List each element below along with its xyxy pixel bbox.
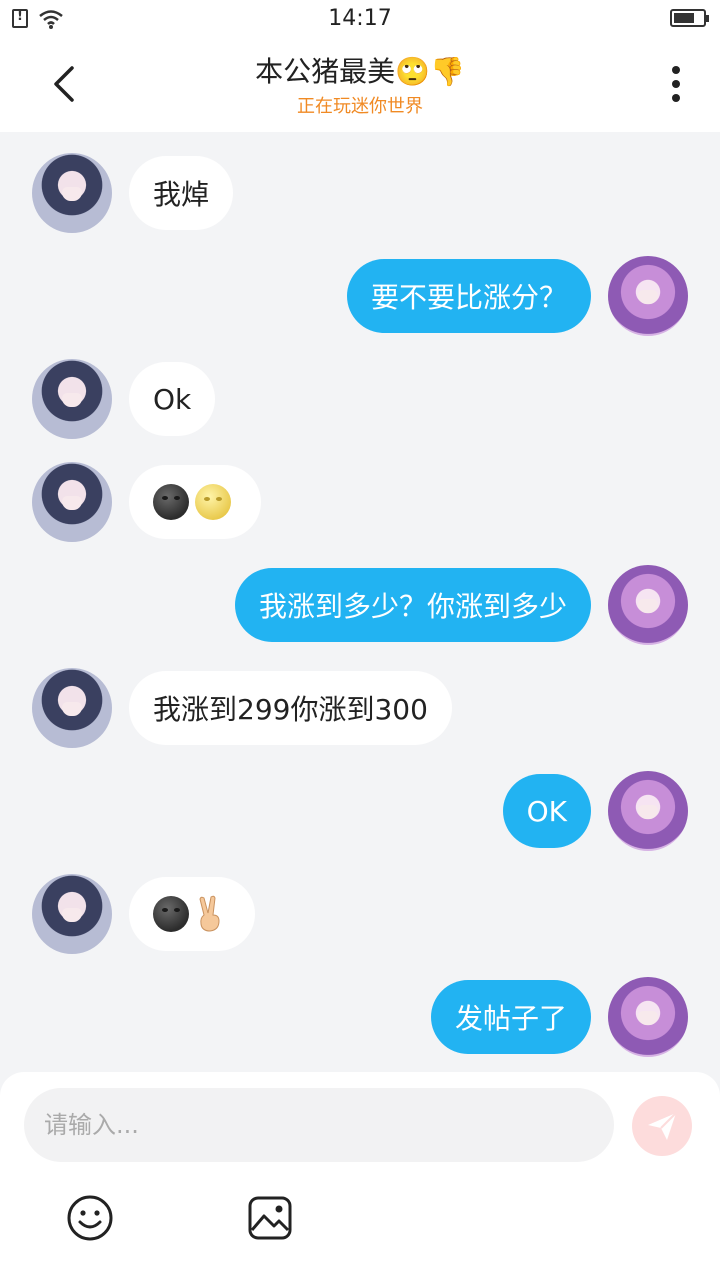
message-bubble: 我涨到多少？你涨到多少 xyxy=(234,568,591,642)
contact-avatar[interactable] xyxy=(32,153,112,233)
emoji-picker-icon[interactable] xyxy=(66,1194,114,1242)
my-avatar[interactable] xyxy=(608,977,688,1057)
message-row: Ok xyxy=(0,359,720,439)
chat-title: 本公猪最美🙄👎 xyxy=(255,55,465,88)
message-bubble: 我涨到299你涨到300 xyxy=(129,671,452,745)
victory-hand-icon xyxy=(199,895,220,932)
chat-subtitle: 正在玩迷你世界 xyxy=(297,96,423,117)
message-bubble xyxy=(129,465,261,539)
message-input[interactable] xyxy=(24,1088,614,1162)
send-paper-plane-icon xyxy=(648,1112,677,1140)
message-row xyxy=(0,874,720,954)
new-moon-face-icon xyxy=(153,484,189,520)
new-moon-face-icon xyxy=(153,896,189,932)
message-row: 我焯 xyxy=(0,153,720,233)
message-list: 我焯 要不要比涨分？ Ok 我涨到多少？你涨到多少 我涨到299你涨到300 O… xyxy=(0,132,720,1072)
message-bubble: 发帖子了 xyxy=(430,980,591,1054)
message-row: 要不要比涨分？ xyxy=(0,256,720,336)
message-bubble xyxy=(129,877,255,951)
composer-panel xyxy=(0,1072,720,1280)
message-bubble: 我焯 xyxy=(129,156,234,230)
message-row: 我涨到299你涨到300 xyxy=(0,668,720,748)
message-bubble: OK xyxy=(502,774,591,848)
my-avatar[interactable] xyxy=(608,771,688,851)
message-row: OK xyxy=(0,771,720,851)
message-bubble: Ok xyxy=(129,362,216,436)
contact-avatar[interactable] xyxy=(32,462,112,542)
contact-avatar[interactable] xyxy=(32,874,112,954)
my-avatar[interactable] xyxy=(608,256,688,336)
contact-avatar[interactable] xyxy=(32,359,112,439)
message-row xyxy=(0,462,720,542)
my-avatar[interactable] xyxy=(608,565,688,645)
image-picker-icon[interactable] xyxy=(246,1194,294,1242)
chat-header: 本公猪最美🙄👎 正在玩迷你世界 xyxy=(0,36,720,132)
more-options-icon[interactable] xyxy=(664,66,688,106)
status-bar: 14:17 xyxy=(0,0,720,36)
send-button[interactable] xyxy=(632,1096,692,1156)
full-moon-face-icon xyxy=(195,484,231,520)
message-row: 发帖子了 xyxy=(0,977,720,1057)
contact-avatar[interactable] xyxy=(32,668,112,748)
battery-icon xyxy=(670,9,709,27)
message-row: 我涨到多少？你涨到多少 xyxy=(0,565,720,645)
status-time: 14:17 xyxy=(328,6,392,31)
message-bubble: 要不要比涨分？ xyxy=(346,259,591,333)
